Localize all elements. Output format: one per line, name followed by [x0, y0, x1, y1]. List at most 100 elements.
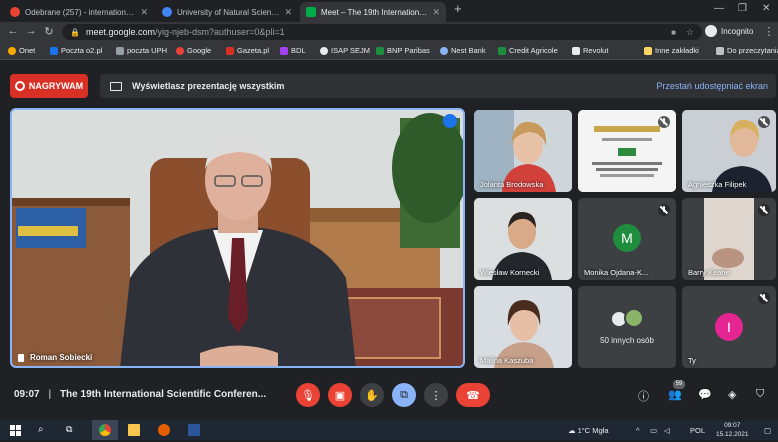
participant-tile[interactable]: Malina Kaszuba: [474, 286, 572, 368]
participant-tile-screenshare[interactable]: [578, 110, 676, 192]
bookmark-label: Poczta o2.pl: [61, 46, 103, 55]
participant-tile[interactable]: Barry Keane: [682, 198, 776, 280]
notifications-icon[interactable]: ▢: [764, 426, 771, 435]
windows-start-icon[interactable]: [10, 424, 22, 436]
self-tile[interactable]: I Ty: [682, 286, 776, 368]
main-speaker-tile[interactable]: Roman Sobiecki: [10, 108, 465, 368]
leave-call-button[interactable]: ☎: [456, 383, 490, 407]
bookmark-label: poczta UPH: [127, 46, 168, 55]
bookmark-credit-agricole[interactable]: Credit Agricole: [498, 46, 558, 55]
new-tab-button[interactable]: +: [454, 1, 462, 16]
participant-tile[interactable]: M Monika Ojdana-K...: [578, 198, 676, 280]
taskbar-chrome[interactable]: [92, 420, 118, 440]
bookmark-label: Credit Agricole: [509, 46, 558, 55]
presenting-banner: Wyświetlasz prezentację wszystkim Przest…: [100, 74, 776, 98]
bookmark-gazeta[interactable]: Gazeta.pl: [226, 46, 269, 55]
bookmark-revolut[interactable]: Revolut: [572, 46, 608, 55]
self-avatar: I: [715, 313, 743, 341]
close-icon[interactable]: ✕: [432, 7, 440, 18]
bookmark-other[interactable]: Inne zakładki: [644, 46, 699, 55]
globe-icon: [320, 46, 328, 55]
bookmark-icon: [50, 46, 58, 55]
bookmark-label: Onet: [19, 46, 36, 55]
bookmark-bdl[interactable]: BDL: [280, 46, 306, 55]
bookmark-poczta-uph[interactable]: poczta UPH: [116, 46, 167, 55]
more-options-button[interactable]: ⋮: [424, 383, 448, 407]
tray-chevron-icon[interactable]: ^: [636, 426, 640, 435]
mic-toggle-button[interactable]: 🎙: [296, 383, 320, 407]
menu-dots-icon[interactable]: ⋮: [762, 25, 776, 38]
participant-tile[interactable]: Agnieszka Filipek: [682, 110, 776, 192]
file-explorer-icon[interactable]: [128, 424, 140, 436]
incognito-indicator[interactable]: Incognito: [705, 25, 753, 37]
bookmark-reading-list[interactable]: Do przeczytania: [716, 46, 778, 55]
stop-sharing-button[interactable]: Przestań udostępniać ekran: [656, 81, 768, 91]
weather-text: 1°C Mgła: [577, 426, 609, 435]
chat-icon[interactable]: 💬: [698, 388, 712, 401]
weather-widget[interactable]: ☁ 1°C Mgła: [568, 426, 609, 435]
hand-icon: ✋: [365, 389, 379, 402]
clock-time: 09:07: [724, 422, 741, 429]
hang-up-icon: ☎: [466, 389, 480, 402]
browser-toolbar: ← → ↻ 🔒 meet.google.com /yig-njeb-dsm?au…: [0, 22, 778, 42]
address-bar[interactable]: 🔒 meet.google.com /yig-njeb-dsm?authuser…: [62, 24, 702, 40]
bookmark-google[interactable]: Google: [176, 46, 211, 55]
bookmark-poczta-o2[interactable]: Poczta o2.pl: [50, 46, 102, 55]
task-view-icon[interactable]: ⧉: [66, 424, 78, 436]
present-button[interactable]: ⧉: [392, 383, 416, 407]
gmail-icon: [10, 7, 20, 17]
people-count-badge: 59: [673, 380, 685, 389]
incognito-label: Incognito: [721, 26, 754, 36]
maximize-icon[interactable]: ❐: [738, 3, 747, 14]
bookmark-isap-sejm[interactable]: ISAP SEJM: [320, 46, 370, 55]
participant-name: Barry Keane: [688, 268, 730, 277]
back-arrow-icon[interactable]: ←: [6, 25, 20, 37]
main-speaker-name: Roman Sobiecki: [30, 353, 93, 362]
firefox-icon[interactable]: [158, 424, 170, 436]
lock-icon: 🔒: [70, 27, 80, 37]
bookmark-icon: [280, 46, 288, 55]
tab-title: University of Natural Sciences a...: [177, 7, 280, 17]
people-icon[interactable]: 👥: [668, 388, 682, 401]
reload-icon[interactable]: ↻: [42, 25, 56, 38]
folder-icon: [644, 46, 652, 55]
language-indicator[interactable]: POL: [690, 426, 705, 435]
volume-icon[interactable]: ◁: [664, 426, 670, 435]
forward-arrow-icon[interactable]: →: [24, 25, 38, 37]
network-icon[interactable]: ▭: [650, 426, 657, 435]
url-host: meet.google.com: [85, 27, 156, 37]
meeting-info: 09:07 | The 19th International Scientifi…: [14, 389, 266, 400]
camera-toggle-button[interactable]: ▣: [328, 383, 352, 407]
close-icon[interactable]: ✕: [284, 7, 292, 18]
star-icon[interactable]: ☆: [686, 27, 694, 38]
minimize-icon[interactable]: —: [714, 3, 724, 14]
recording-button[interactable]: NAGRYWAM: [10, 74, 88, 98]
tab-meet[interactable]: Meet – The 19th International Sci... ✕: [300, 2, 446, 22]
google-icon: [176, 46, 184, 55]
close-icon[interactable]: ✕: [140, 7, 148, 18]
bookmark-nest-bank[interactable]: Nest Bank: [440, 46, 486, 55]
bookmark-onet[interactable]: Onet: [8, 46, 35, 55]
bookmark-bnp[interactable]: BNP Paribas: [376, 46, 430, 55]
tab-university[interactable]: University of Natural Sciences a... ✕: [156, 2, 298, 22]
pin-icon[interactable]: [18, 353, 24, 362]
raise-hand-button[interactable]: ✋: [360, 383, 384, 407]
tab-gmail[interactable]: Odebrane (257) - international.o... ✕: [4, 2, 154, 22]
search-icon[interactable]: ⌕: [38, 424, 50, 436]
participant-name: Wiesław Kornecki: [480, 268, 540, 277]
meeting-title: The 19th International Scientific Confer…: [59, 389, 267, 400]
participant-tile[interactable]: Wiesław Kornecki: [474, 198, 572, 280]
camera-permission-icon[interactable]: ■: [671, 28, 676, 37]
taskbar-clock[interactable]: 09:07 15.12.2021: [716, 421, 749, 439]
others-tile[interactable]: 50 innych osób: [578, 286, 676, 368]
info-icon[interactable]: ⓘ: [638, 388, 649, 404]
main-speaker-label: Roman Sobiecki: [18, 353, 92, 362]
activities-icon[interactable]: ◈: [728, 388, 736, 401]
participant-tile[interactable]: Jolanta Brodowska: [474, 110, 572, 192]
bookmark-icon: [498, 46, 506, 55]
window-close-icon[interactable]: ✕: [762, 3, 770, 14]
word-icon[interactable]: [188, 424, 200, 436]
host-controls-icon[interactable]: ⛉: [756, 388, 764, 401]
participant-name: Agnieszka Filipek: [688, 180, 747, 189]
participant-avatar: M: [613, 224, 641, 252]
